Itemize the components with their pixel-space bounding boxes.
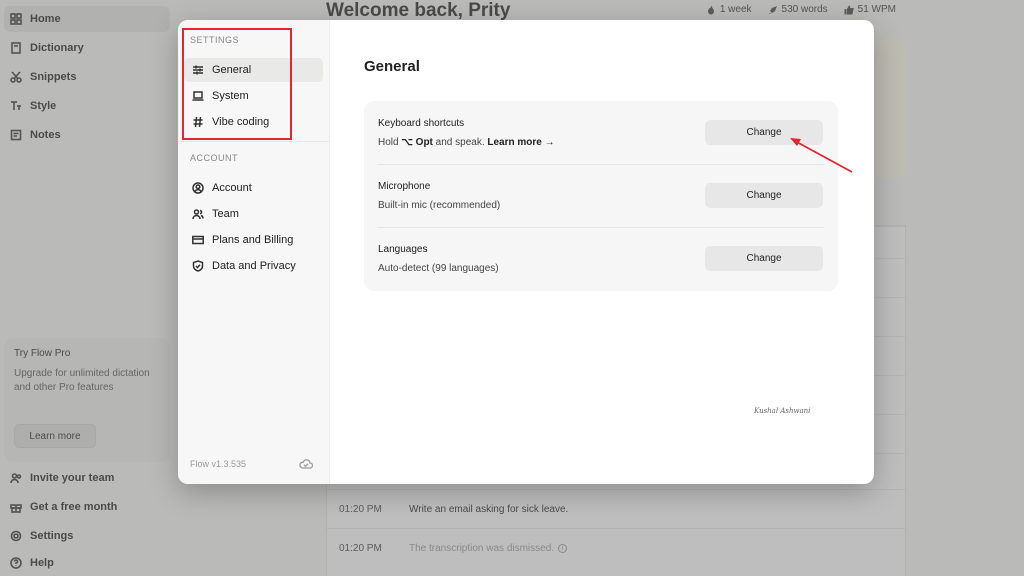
setting-description-suffix: and speak. <box>432 137 488 148</box>
shortcut-key: ⌥ Opt <box>401 137 433 148</box>
settings-item-team[interactable]: Team <box>184 202 323 226</box>
credit-card-icon <box>192 235 204 245</box>
learn-more-link[interactable]: Learn more → <box>487 137 554 148</box>
change-microphone-button[interactable]: Change <box>705 183 823 208</box>
user-circle-icon <box>192 182 204 194</box>
account-section-heading: ACCOUNT <box>190 153 238 163</box>
settings-item-label: Data and Privacy <box>212 260 296 272</box>
setting-description-prefix: Hold <box>378 137 402 148</box>
settings-item-label: Plans and Billing <box>212 234 294 246</box>
settings-content: General Keyboard shortcuts Hold ⌥ Opt an… <box>330 20 874 484</box>
settings-sidebar: SETTINGS General System Vibe coding ACCO… <box>178 20 330 484</box>
settings-item-data-privacy[interactable]: Data and Privacy <box>184 254 323 278</box>
settings-item-plans-billing[interactable]: Plans and Billing <box>184 228 323 252</box>
change-shortcut-button[interactable]: Change <box>705 120 823 145</box>
setting-row-microphone: Microphone Built-in mic (recommended) Ch… <box>364 164 838 227</box>
setting-description: Hold ⌥ Opt and speak. Learn more → <box>378 137 555 148</box>
cloud-icon[interactable] <box>299 457 314 475</box>
signature-watermark: Kushal Ashwani <box>754 407 811 415</box>
shield-icon <box>192 260 204 272</box>
team-icon <box>192 209 204 220</box>
setting-description: Auto-detect (99 languages) <box>378 263 499 274</box>
version-label: Flow v1.3.535 <box>190 459 247 469</box>
setting-row-keyboard: Keyboard shortcuts Hold ⌥ Opt and speak.… <box>364 101 838 164</box>
setting-label: Microphone <box>378 181 431 192</box>
setting-label: Languages <box>378 244 428 255</box>
setting-row-languages: Languages Auto-detect (99 languages) Cha… <box>364 227 838 290</box>
settings-modal: SETTINGS General System Vibe coding ACCO… <box>178 20 874 484</box>
change-languages-button[interactable]: Change <box>705 246 823 271</box>
setting-label: Keyboard shortcuts <box>378 118 465 129</box>
highlight-box <box>182 28 292 140</box>
settings-item-label: Account <box>212 182 252 194</box>
settings-item-label: Team <box>212 208 239 220</box>
settings-item-account[interactable]: Account <box>184 176 323 200</box>
general-settings-card: Keyboard shortcuts Hold ⌥ Opt and speak.… <box>364 101 838 291</box>
divider <box>178 141 329 142</box>
setting-description: Built-in mic (recommended) <box>378 200 501 211</box>
settings-page-title: General <box>364 58 420 75</box>
